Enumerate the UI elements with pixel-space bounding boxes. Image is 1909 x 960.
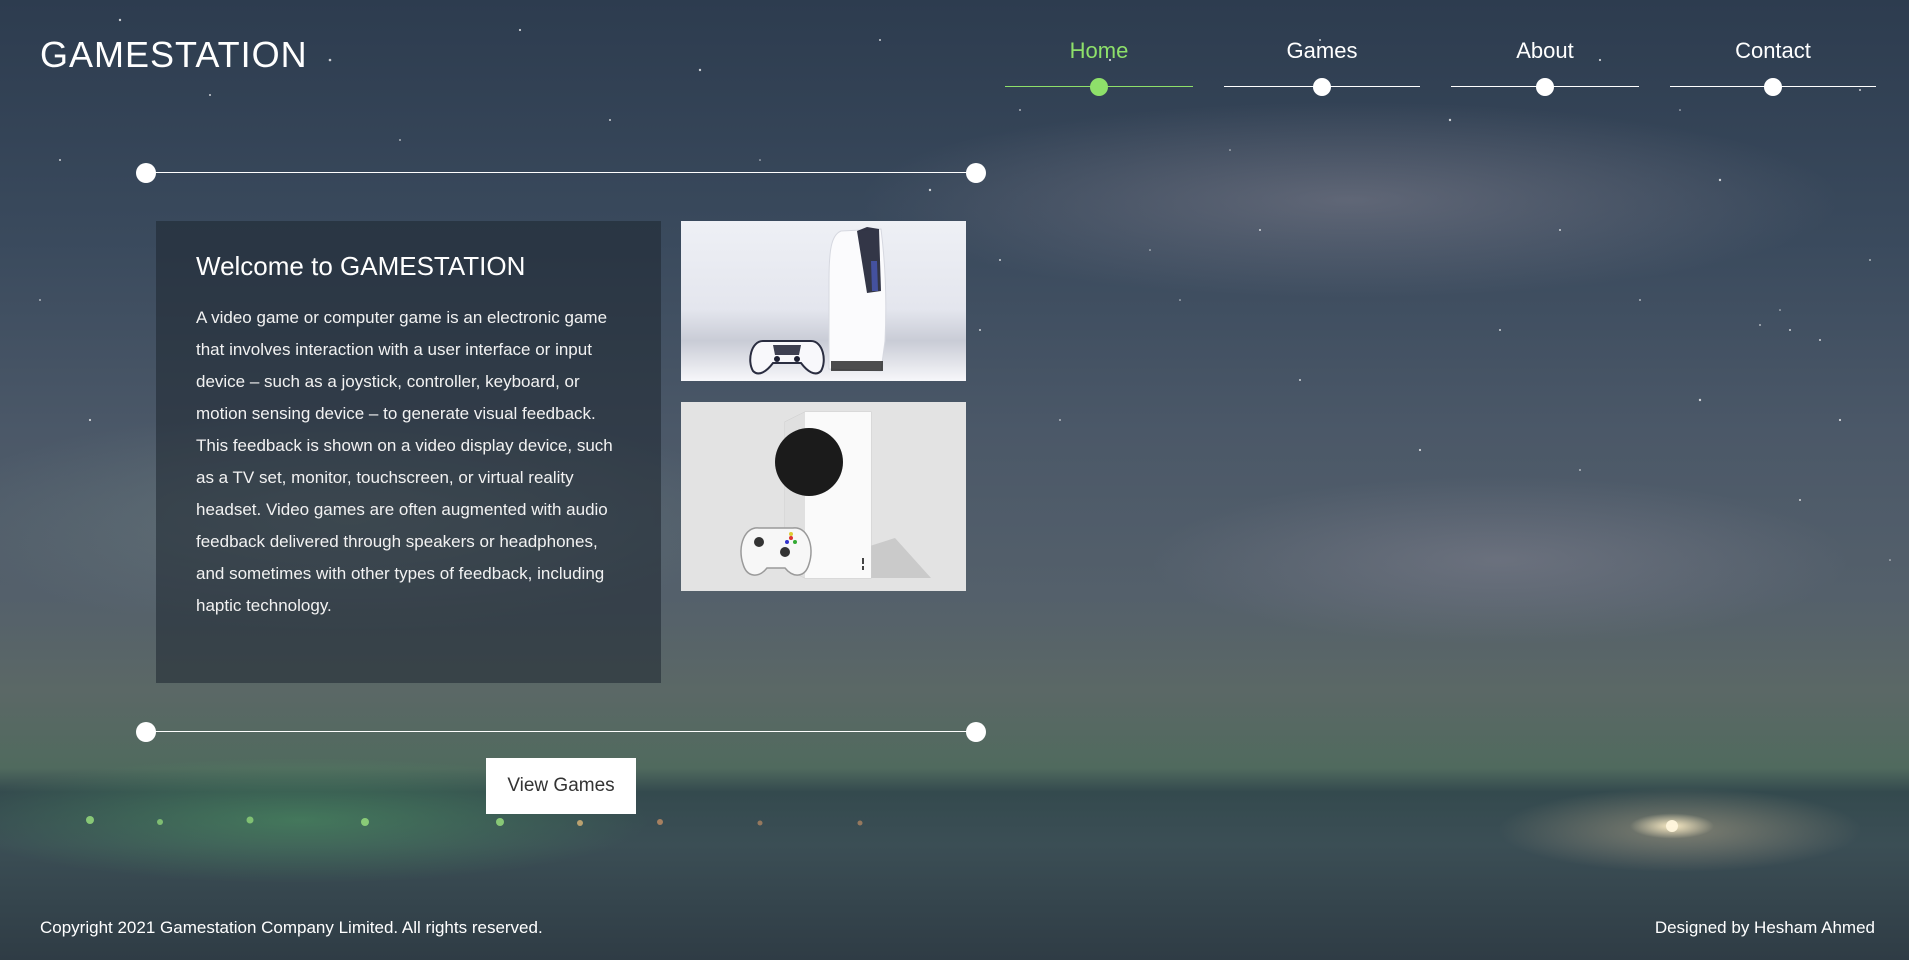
playstation-5-image bbox=[681, 221, 966, 381]
top-divider-left-dot bbox=[136, 163, 156, 183]
nav-indicator-dot bbox=[1536, 78, 1554, 96]
welcome-card: Welcome to GAMESTATION A video game or c… bbox=[156, 221, 661, 683]
bottom-divider-right-dot bbox=[966, 722, 986, 742]
bottom-divider-left-dot bbox=[136, 722, 156, 742]
nav-item-about[interactable]: About bbox=[1451, 38, 1639, 98]
main-navigation: Home Games About Contact bbox=[0, 38, 1909, 98]
nav-label-games: Games bbox=[1286, 38, 1358, 63]
nav-indicator-dot bbox=[1764, 78, 1782, 96]
nav-label-contact: Contact bbox=[1735, 38, 1811, 63]
footer-copyright: Copyright 2021 Gamestation Company Limit… bbox=[40, 918, 543, 937]
welcome-title: Welcome to GAMESTATION bbox=[196, 251, 526, 281]
xbox-series-s-image bbox=[681, 402, 966, 591]
top-divider-right-dot bbox=[966, 163, 986, 183]
nav-item-contact[interactable]: Contact bbox=[1670, 38, 1876, 98]
welcome-description: A video game or computer game is an elec… bbox=[196, 308, 613, 615]
nav-label-about: About bbox=[1516, 38, 1574, 63]
bottom-divider-line bbox=[146, 731, 976, 732]
nav-indicator-dot bbox=[1090, 78, 1108, 96]
top-divider-line bbox=[146, 172, 976, 173]
nav-label-home: Home bbox=[1069, 38, 1129, 63]
view-games-button[interactable]: View Games bbox=[486, 758, 636, 814]
nav-indicator-dot bbox=[1313, 78, 1331, 96]
footer-credit: Designed by Hesham Ahmed bbox=[1654, 918, 1875, 937]
nav-item-home[interactable]: Home bbox=[1005, 38, 1193, 98]
nav-item-games[interactable]: Games bbox=[1224, 38, 1420, 98]
